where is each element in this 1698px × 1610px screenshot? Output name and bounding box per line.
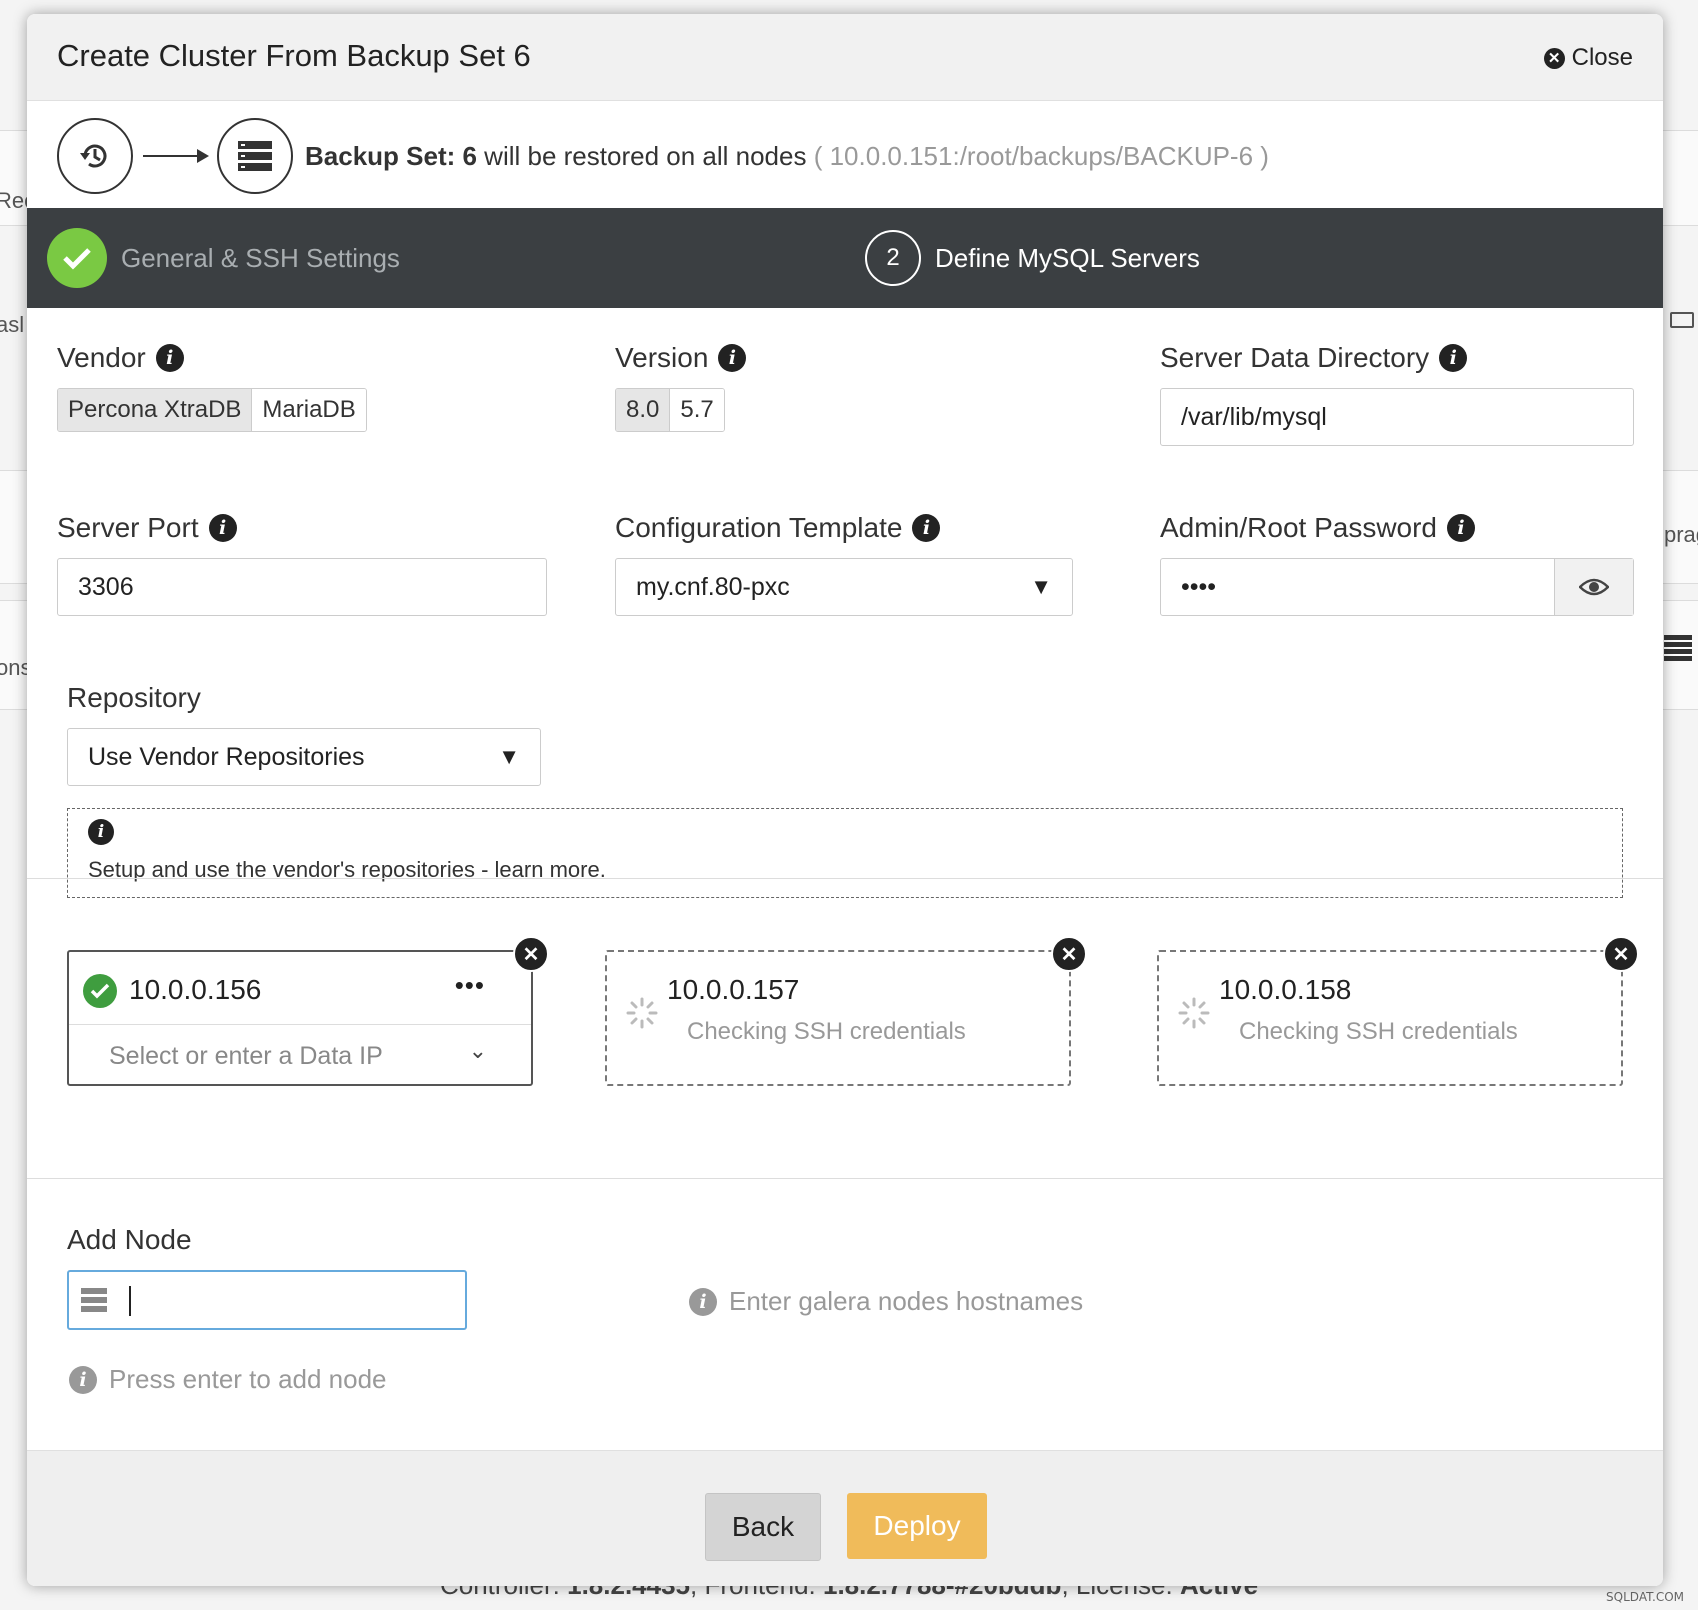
step-number: 2 — [865, 230, 921, 286]
more-options-icon[interactable]: ••• — [455, 970, 485, 1001]
info-icon: i — [689, 1287, 717, 1316]
background-text: prag — [1664, 522, 1698, 547]
background-text: asl — [0, 312, 25, 337]
info-icon: i — [88, 819, 114, 845]
node-ip: 10.0.0.156 — [129, 974, 262, 1005]
config-template-label-text: Configuration Template — [615, 512, 903, 543]
datadir-label-text: Server Data Directory — [1160, 342, 1430, 373]
divider — [27, 878, 1663, 879]
info-icon: i — [69, 1365, 97, 1394]
chevron-down-icon[interactable]: ⌄ — [469, 1038, 487, 1064]
remove-node-icon[interactable]: ✕ — [1603, 936, 1639, 972]
node-ip: 10.0.0.158 — [1219, 974, 1352, 1005]
vendor-selector: Percona XtraDB MariaDB — [57, 388, 367, 432]
port-label: Server Port i — [57, 512, 237, 544]
galera-hint: i Enter galera nodes hostnames — [689, 1286, 1083, 1317]
vendor-label: Vendor i — [57, 342, 184, 374]
node-ip: 10.0.0.157 — [667, 974, 800, 1005]
restore-text: Backup Set: 6 will be restored on all no… — [305, 141, 1269, 172]
back-button[interactable]: Back — [705, 1493, 821, 1561]
node-card: 10.0.0.157 Checking SSH credentials ✕ — [605, 936, 1087, 1086]
create-cluster-modal: Create Cluster From Backup Set 6 ✕ Close — [27, 14, 1663, 1586]
wizard-steps: General & SSH Settings 2 Define MySQL Se… — [27, 208, 1663, 308]
info-icon[interactable]: i — [1447, 514, 1476, 542]
wizard-step-label: General & SSH Settings — [121, 242, 400, 273]
show-password-button[interactable] — [1554, 559, 1633, 615]
vendor-label-text: Vendor — [57, 342, 146, 373]
checkmark-icon — [47, 228, 107, 288]
arrow-right-icon — [143, 149, 209, 163]
password-label: Admin/Root Password i — [1160, 512, 1476, 544]
node-card: 10.0.0.156 ••• Select or enter a Data IP… — [67, 936, 549, 1086]
spinner-icon — [1178, 997, 1210, 1029]
drive-icon — [1670, 312, 1694, 328]
add-node-label: Add Node — [67, 1224, 192, 1255]
caret-down-icon: ▼ — [498, 744, 520, 769]
wizard-step-label: Define MySQL Servers — [935, 242, 1200, 273]
checkmark-circle-icon — [83, 974, 117, 1008]
wizard-step-general[interactable]: General & SSH Settings — [47, 208, 400, 308]
info-icon[interactable]: i — [208, 514, 237, 542]
modal-footer: Back Deploy — [27, 1450, 1663, 1586]
close-button[interactable]: ✕ Close — [1543, 44, 1633, 72]
repository-value: Use Vendor Repositories — [88, 743, 365, 771]
close-icon: ✕ — [1543, 47, 1565, 69]
node-status: Checking SSH credentials — [1239, 1018, 1518, 1045]
close-label: Close — [1571, 44, 1633, 71]
password-input[interactable]: •••• — [1160, 558, 1634, 616]
divider — [27, 1178, 1663, 1179]
repository-info-text[interactable]: Setup and use the vendor's repositories … — [88, 857, 606, 883]
remove-node-icon[interactable]: ✕ — [1051, 936, 1087, 972]
backup-path: ( 10.0.0.151:/root/backups/BACKUP-6 ) — [813, 140, 1269, 171]
info-icon[interactable]: i — [718, 344, 747, 372]
datadir-label: Server Data Directory i — [1160, 342, 1468, 374]
config-template-select[interactable]: my.cnf.80-pxc ▼ — [615, 558, 1073, 616]
info-icon[interactable]: i — [155, 344, 184, 372]
node-status: Checking SSH credentials — [687, 1018, 966, 1045]
repository-info-box: i Setup and use the vendor's repositorie… — [67, 808, 1623, 898]
vendor-option-percona[interactable]: Percona XtraDB — [58, 389, 252, 431]
caret-down-icon: ▼ — [1030, 574, 1052, 599]
version-label: Version i — [615, 342, 747, 374]
server-list-icon — [1664, 635, 1692, 661]
version-option-80[interactable]: 8.0 — [616, 389, 670, 431]
modal-title: Create Cluster From Backup Set 6 — [57, 38, 531, 73]
info-icon[interactable]: i — [912, 514, 941, 542]
backup-set-label: Backup Set: 6 — [305, 140, 477, 171]
node-card: 10.0.0.158 Checking SSH credentials ✕ — [1157, 936, 1639, 1086]
remove-node-icon[interactable]: ✕ — [513, 936, 549, 972]
port-input[interactable]: 3306 — [57, 558, 547, 616]
deploy-button[interactable]: Deploy — [847, 1493, 987, 1559]
eye-icon — [1579, 578, 1609, 596]
divider — [69, 1024, 531, 1025]
server-icon — [217, 118, 293, 194]
repository-label: Repository — [67, 682, 201, 713]
version-selector: 8.0 5.7 — [615, 388, 725, 432]
restore-description: will be restored on all nodes — [476, 140, 814, 171]
add-node-hint-text: Press enter to add node — [109, 1364, 387, 1394]
watermark: SQLDAT.COM — [1606, 1590, 1684, 1604]
server-icon — [81, 1288, 107, 1312]
add-node-hint: i Press enter to add node — [69, 1364, 387, 1395]
port-label-text: Server Port — [57, 512, 199, 543]
galera-hint-text: Enter galera nodes hostnames — [729, 1286, 1084, 1316]
history-icon — [57, 118, 133, 194]
datadir-input[interactable]: /var/lib/mysql — [1160, 388, 1634, 446]
spinner-icon — [626, 997, 658, 1029]
modal-header: Create Cluster From Backup Set 6 ✕ Close — [27, 14, 1663, 101]
repository-select[interactable]: Use Vendor Repositories ▼ — [67, 728, 541, 786]
vendor-option-mariadb[interactable]: MariaDB — [251, 389, 366, 431]
version-label-text: Version — [615, 342, 709, 373]
version-option-57[interactable]: 5.7 — [669, 389, 724, 431]
config-template-value: my.cnf.80-pxc — [636, 573, 790, 601]
password-label-text: Admin/Root Password — [1160, 512, 1438, 543]
info-icon[interactable]: i — [1439, 344, 1468, 372]
password-value: •••• — [1181, 573, 1217, 601]
data-ip-select[interactable]: Select or enter a Data IP — [109, 1042, 383, 1071]
wizard-step-define-servers[interactable]: 2 Define MySQL Servers — [865, 208, 1200, 308]
restore-summary: Backup Set: 6 will be restored on all no… — [57, 116, 1637, 196]
add-node-input[interactable] — [67, 1270, 467, 1330]
config-template-label: Configuration Template i — [615, 512, 941, 544]
text-cursor — [129, 1286, 131, 1316]
